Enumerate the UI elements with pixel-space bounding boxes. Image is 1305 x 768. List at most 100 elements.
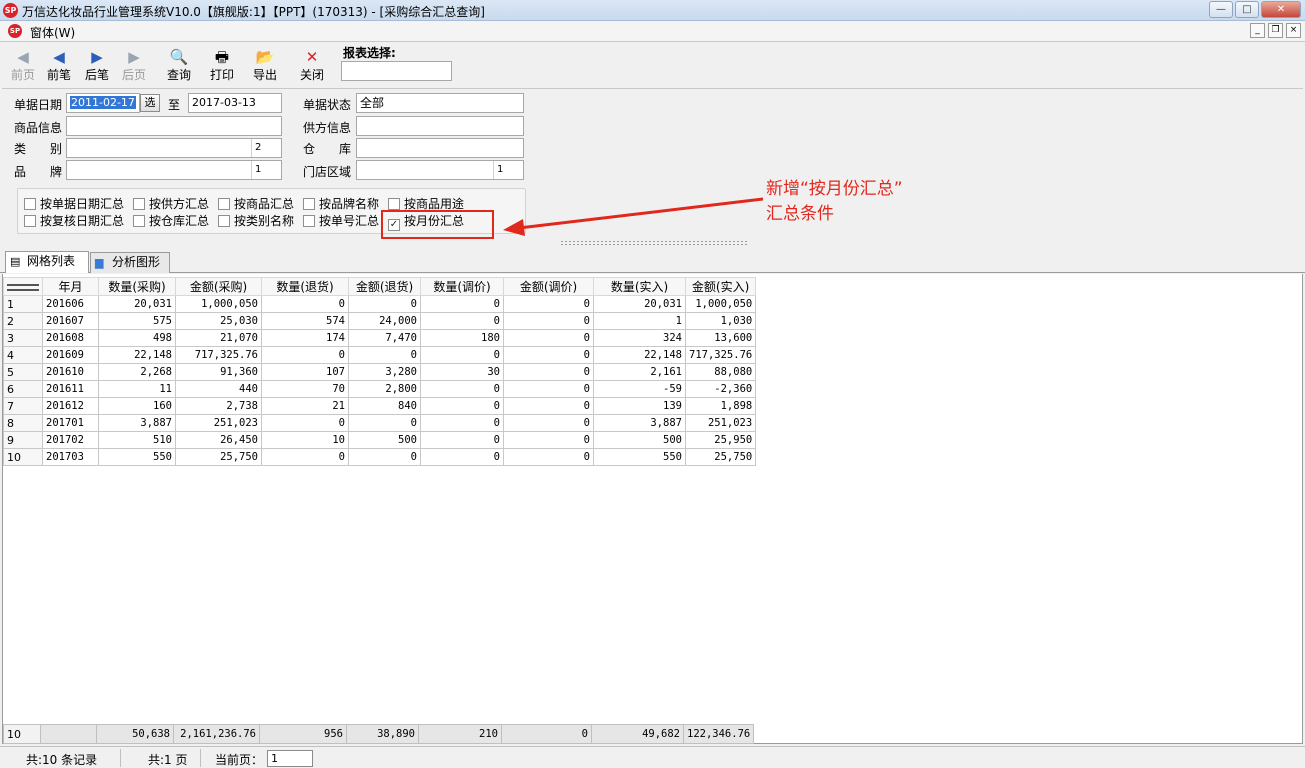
table-cell[interactable]: 717,325.76 <box>684 346 757 364</box>
table-cell[interactable]: 0 <box>503 397 594 415</box>
table-cell[interactable]: 0 <box>348 448 421 466</box>
tab-grid-list[interactable]: ▤ 网格列表 <box>5 251 89 273</box>
table-cell[interactable]: 0 <box>503 414 594 432</box>
table-cell[interactable]: 201702 <box>42 431 99 449</box>
export-button[interactable]: 📂 导出 <box>245 47 285 87</box>
column-header[interactable]: 年月 <box>42 277 99 296</box>
table-cell[interactable]: 0 <box>261 448 349 466</box>
minimize-button[interactable]: — <box>1209 1 1233 18</box>
table-cell[interactable]: 2,800 <box>348 380 421 398</box>
table-cell[interactable]: 1,000,050 <box>175 295 262 313</box>
date-to-input[interactable]: 2017-03-13 <box>188 93 282 113</box>
grid-corner-handle[interactable] <box>3 277 43 296</box>
table-cell[interactable]: 201608 <box>42 329 99 347</box>
row-number[interactable]: 6 <box>3 380 43 398</box>
table-cell[interactable]: 201703 <box>42 448 99 466</box>
table-cell[interactable]: 201611 <box>42 380 99 398</box>
table-cell[interactable]: -59 <box>593 380 686 398</box>
table-cell[interactable]: 0 <box>420 431 504 449</box>
table-cell[interactable]: 201606 <box>42 295 99 313</box>
row-number[interactable]: 5 <box>3 363 43 381</box>
table-cell[interactable]: 91,360 <box>175 363 262 381</box>
table-cell[interactable]: 1,000,050 <box>684 295 757 313</box>
table-cell[interactable]: 0 <box>420 414 504 432</box>
row-number[interactable]: 10 <box>3 448 43 466</box>
table-cell[interactable]: 3,280 <box>348 363 421 381</box>
column-header[interactable]: 金额(实入) <box>684 277 757 296</box>
table-cell[interactable]: 0 <box>503 312 594 330</box>
table-cell[interactable]: 22,148 <box>593 346 686 364</box>
table-cell[interactable]: 107 <box>261 363 349 381</box>
table-cell[interactable]: 251,023 <box>684 414 757 432</box>
table-cell[interactable]: 840 <box>348 397 421 415</box>
table-cell[interactable]: 25,750 <box>175 448 262 466</box>
mdi-close-button[interactable]: × <box>1286 23 1301 38</box>
table-cell[interactable]: -2,360 <box>684 380 757 398</box>
warehouse-input[interactable] <box>356 138 524 158</box>
table-cell[interactable]: 3,887 <box>593 414 686 432</box>
table-cell[interactable]: 0 <box>420 380 504 398</box>
group-by-review-date-checkbox[interactable]: 按复核日期汇总 <box>24 214 124 230</box>
column-header[interactable]: 金额(调价) <box>503 277 594 296</box>
table-cell[interactable]: 0 <box>420 295 504 313</box>
table-cell[interactable]: 21,070 <box>175 329 262 347</box>
table-cell[interactable]: 139 <box>593 397 686 415</box>
table-cell[interactable]: 324 <box>593 329 686 347</box>
table-cell[interactable]: 25,030 <box>175 312 262 330</box>
table-cell[interactable]: 25,750 <box>684 448 757 466</box>
supplier-input[interactable] <box>356 116 524 136</box>
table-cell[interactable]: 0 <box>503 295 594 313</box>
print-button[interactable]: 🖶 打印 <box>202 47 242 87</box>
table-cell[interactable]: 201612 <box>42 397 99 415</box>
query-button[interactable]: 🔍 查询 <box>159 47 199 87</box>
group-by-supplier-checkbox[interactable]: 按供方汇总 <box>133 197 209 213</box>
table-cell[interactable]: 440 <box>175 380 262 398</box>
column-header[interactable]: 数量(实入) <box>593 277 686 296</box>
row-number[interactable]: 4 <box>3 346 43 364</box>
table-cell[interactable]: 10 <box>261 431 349 449</box>
table-cell[interactable]: 0 <box>503 329 594 347</box>
table-cell[interactable]: 7,470 <box>348 329 421 347</box>
table-cell[interactable]: 201610 <box>42 363 99 381</box>
mdi-minimize-button[interactable]: _ <box>1250 23 1265 38</box>
row-number[interactable]: 1 <box>3 295 43 313</box>
table-cell[interactable]: 20,031 <box>593 295 686 313</box>
table-row[interactable]: 4 201609 22,148 717,325.76 0 0 0 0 22,148 717,325… <box>3 346 757 364</box>
mdi-restore-button[interactable]: ❐ <box>1268 23 1283 38</box>
row-number[interactable]: 2 <box>3 312 43 330</box>
close-button[interactable]: ✕ 关闭 <box>292 47 332 87</box>
table-row[interactable]: 5 201610 2,268 91,360 107 3,280 30 0 2,161 88,080 <box>3 363 757 381</box>
product-input[interactable] <box>66 116 282 136</box>
group-by-brand-checkbox[interactable]: 按品牌名称 <box>303 197 379 213</box>
table-cell[interactable]: 1 <box>593 312 686 330</box>
table-cell[interactable]: 20,031 <box>98 295 176 313</box>
table-cell[interactable]: 0 <box>420 346 504 364</box>
next-record-button[interactable]: ▶ 后笔 <box>77 47 117 87</box>
table-cell[interactable]: 2,738 <box>175 397 262 415</box>
table-cell[interactable]: 0 <box>420 448 504 466</box>
table-cell[interactable]: 717,325.76 <box>175 346 262 364</box>
column-header[interactable]: 数量(采购) <box>98 277 176 296</box>
last-page-button[interactable]: ▶ 后页 <box>114 47 154 87</box>
table-cell[interactable]: 1,898 <box>684 397 757 415</box>
table-row[interactable]: 10 201703 550 25,750 0 0 0 0 550 25,750 <box>3 448 757 466</box>
row-number[interactable]: 7 <box>3 397 43 415</box>
table-cell[interactable]: 201701 <box>42 414 99 432</box>
status-input[interactable]: 全部 <box>356 93 524 113</box>
table-cell[interactable]: 160 <box>98 397 176 415</box>
date-from-input[interactable]: 2011-02-17 <box>66 93 140 113</box>
group-by-doc-date-checkbox[interactable]: 按单据日期汇总 <box>24 197 124 213</box>
table-cell[interactable]: 0 <box>348 346 421 364</box>
table-cell[interactable]: 0 <box>503 363 594 381</box>
group-by-product-checkbox[interactable]: 按商品汇总 <box>218 197 294 213</box>
table-cell[interactable]: 251,023 <box>175 414 262 432</box>
prev-record-button[interactable]: ◀ 前笔 <box>39 47 79 87</box>
table-cell[interactable]: 25,950 <box>684 431 757 449</box>
table-cell[interactable]: 0 <box>503 448 594 466</box>
group-by-category-checkbox[interactable]: 按类别名称 <box>218 214 294 230</box>
table-cell[interactable]: 500 <box>348 431 421 449</box>
first-page-button[interactable]: ◀ 前页 <box>3 47 43 87</box>
table-cell[interactable]: 22,148 <box>98 346 176 364</box>
row-number[interactable]: 8 <box>3 414 43 432</box>
table-cell[interactable]: 498 <box>98 329 176 347</box>
